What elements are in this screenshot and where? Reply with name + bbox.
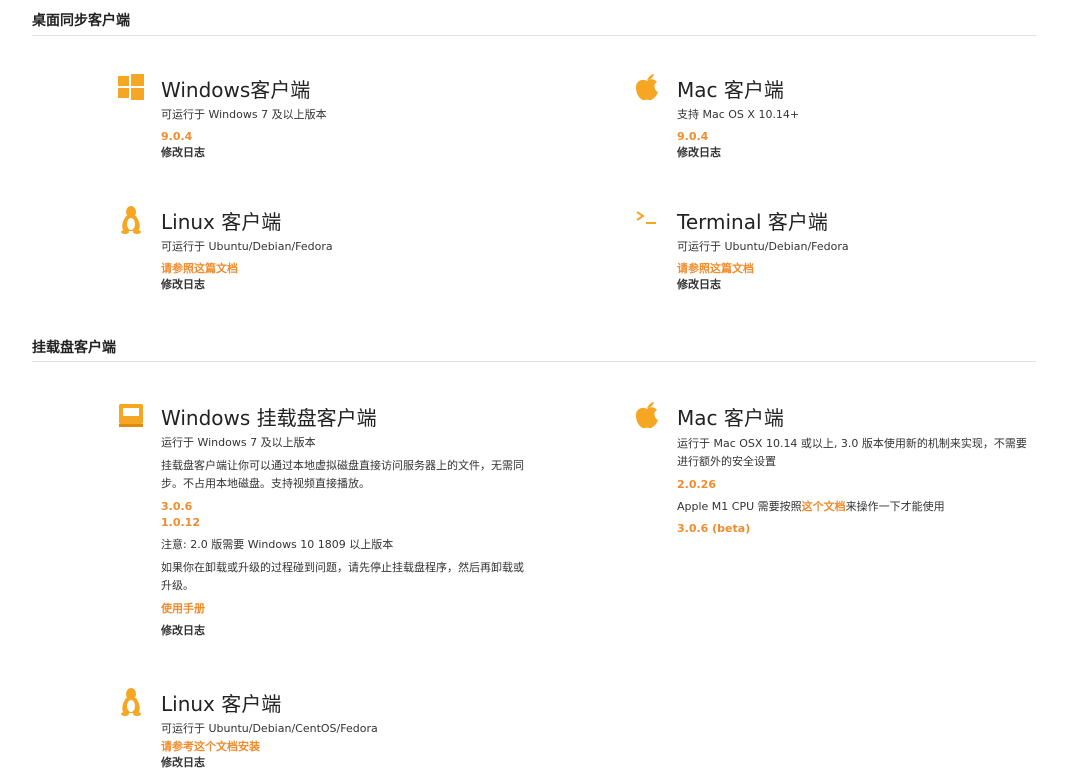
changelog-link[interactable]: 修改日志	[677, 277, 849, 293]
m1-doc-link[interactable]: 这个文档	[802, 500, 846, 513]
user-manual-link[interactable]: 使用手册	[161, 601, 531, 617]
client-title: Terminal 客户端	[677, 210, 828, 234]
linux-client-card: Linux 客户端 可运行于 Ubuntu/Debian/Fedora 请参照这…	[116, 204, 536, 304]
linux-icon	[116, 204, 146, 234]
download-version-link[interactable]: 9.0.4	[677, 129, 799, 145]
docs-link[interactable]: 请参考这个文档安装	[161, 739, 378, 755]
m1-note-before: Apple M1 CPU 需要按照	[677, 500, 802, 513]
client-description: 运行于 Mac OSX 10.14 或以上, 3.0 版本使用新的机制来实现，不…	[677, 437, 1027, 468]
linux-icon	[116, 686, 146, 716]
changelog-link[interactable]: 修改日志	[161, 277, 333, 293]
windows-icon	[116, 72, 146, 102]
client-title: Linux 客户端	[161, 210, 282, 234]
section-title-desktop-sync: 桌面同步客户端	[32, 13, 130, 29]
client-title: Mac 客户端	[677, 406, 784, 430]
client-title: Windows客户端	[161, 78, 311, 102]
download-version-link[interactable]: 1.0.12	[161, 515, 531, 531]
apple-icon	[632, 72, 662, 102]
m1-note-after: 来操作一下才能使用	[845, 500, 945, 513]
client-description: 可运行于 Ubuntu/Debian/CentOS/Fedora	[161, 722, 378, 735]
client-title: Linux 客户端	[161, 692, 282, 716]
section-divider	[32, 361, 1036, 362]
windows-mount-client-card: Windows 挂载盘客户端 运行于 Windows 7 及以上版本 挂载盘客户…	[116, 400, 536, 660]
troubleshoot-note: 如果你在卸载或升级的过程碰到问题，请先停止挂载盘程序，然后再卸载或升级。	[161, 561, 524, 592]
download-version-link[interactable]: 2.0.26	[677, 477, 1037, 493]
download-version-link[interactable]: 9.0.4	[161, 129, 327, 145]
docs-link[interactable]: 请参照这篇文档	[161, 261, 333, 277]
mac-mount-client-card: Mac 客户端 运行于 Mac OSX 10.14 或以上, 3.0 版本使用新…	[632, 400, 1052, 560]
client-intro: 挂载盘客户端让你可以通过本地虚拟磁盘直接访问服务器上的文件，无需同步。不占用本地…	[161, 459, 524, 490]
client-description: 可运行于 Ubuntu/Debian/Fedora	[161, 240, 333, 253]
changelog-link[interactable]: 修改日志	[161, 145, 327, 161]
client-description: 支持 Mac OS X 10.14+	[677, 108, 800, 121]
changelog-link[interactable]: 修改日志	[161, 755, 378, 771]
windows-client-card: Windows客户端 可运行于 Windows 7 及以上版本 9.0.4 修改…	[116, 72, 536, 172]
client-description: 运行于 Windows 7 及以上版本	[161, 436, 316, 449]
client-title: Mac 客户端	[677, 78, 784, 102]
client-description: 可运行于 Ubuntu/Debian/Fedora	[677, 240, 849, 253]
download-version-link[interactable]: 3.0.6	[161, 499, 531, 515]
version-note: 注意: 2.0 版需要 Windows 10 1809 以上版本	[161, 538, 394, 551]
terminal-icon	[632, 204, 662, 234]
linux-mount-client-card: Linux 客户端 可运行于 Ubuntu/Debian/CentOS/Fedo…	[116, 686, 536, 776]
section-divider	[32, 35, 1036, 36]
apple-icon	[632, 400, 662, 430]
drive-icon	[116, 400, 146, 430]
client-description: 可运行于 Windows 7 及以上版本	[161, 108, 327, 121]
client-title: Windows 挂载盘客户端	[161, 406, 377, 430]
terminal-client-card: Terminal 客户端 可运行于 Ubuntu/Debian/Fedora 请…	[632, 204, 1052, 304]
changelog-link[interactable]: 修改日志	[677, 145, 799, 161]
section-title-mount-drive: 挂载盘客户端	[32, 340, 116, 356]
docs-link[interactable]: 请参照这篇文档	[677, 261, 849, 277]
m1-note: Apple M1 CPU 需要按照这个文档来操作一下才能使用	[677, 499, 1037, 515]
beta-version-link[interactable]: 3.0.6 (beta)	[677, 521, 1037, 537]
mac-client-card: Mac 客户端 支持 Mac OS X 10.14+ 9.0.4 修改日志	[632, 72, 1052, 172]
changelog-link[interactable]: 修改日志	[161, 623, 531, 639]
